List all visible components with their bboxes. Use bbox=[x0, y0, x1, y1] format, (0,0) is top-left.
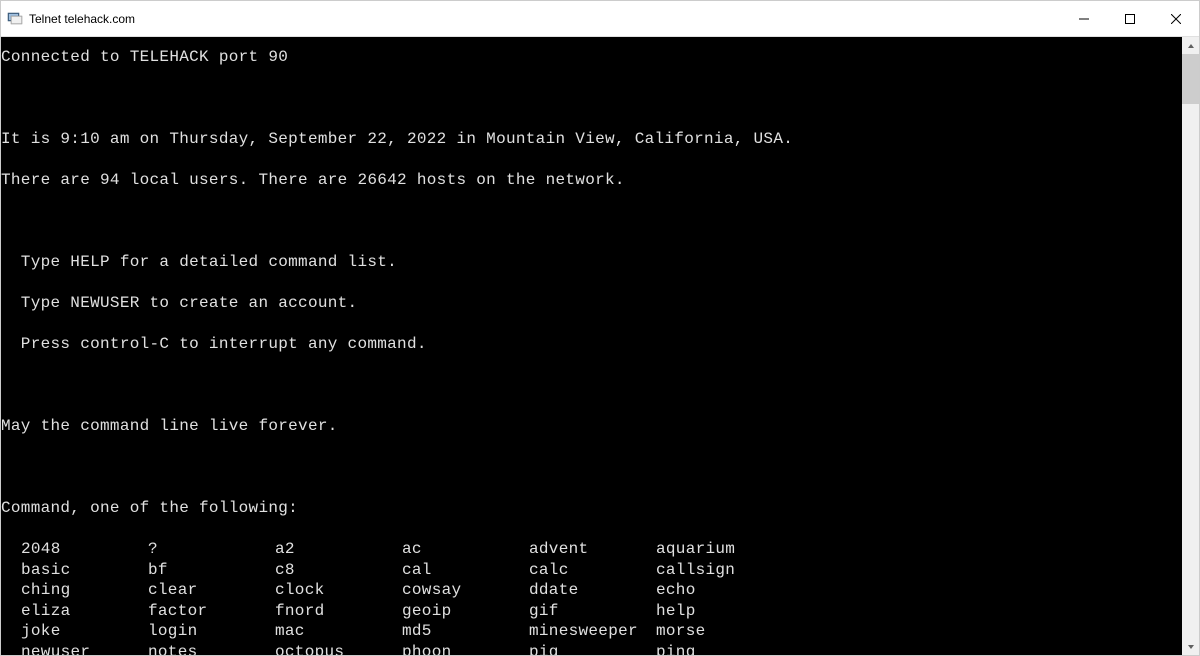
command-item: octopus bbox=[275, 642, 402, 656]
command-item: callsign bbox=[656, 560, 783, 581]
motto-line: May the command line live forever. bbox=[1, 416, 1182, 437]
command-item: login bbox=[148, 621, 275, 642]
scroll-thumb[interactable] bbox=[1182, 54, 1199, 104]
command-item: basic bbox=[21, 560, 148, 581]
command-item: bf bbox=[148, 560, 275, 581]
tip-newuser: Type NEWUSER to create an account. bbox=[1, 293, 1182, 314]
command-item: 2048 bbox=[21, 539, 148, 560]
command-item: ping bbox=[656, 642, 783, 656]
command-item: factor bbox=[148, 601, 275, 622]
connected-line: Connected to TELEHACK port 90 bbox=[1, 47, 1182, 68]
command-item: joke bbox=[21, 621, 148, 642]
command-item: eliza bbox=[21, 601, 148, 622]
command-item: ching bbox=[21, 580, 148, 601]
command-item: cowsay bbox=[402, 580, 529, 601]
minimize-button[interactable] bbox=[1061, 1, 1107, 37]
command-item: advent bbox=[529, 539, 656, 560]
blank-line bbox=[1, 211, 1182, 232]
terminal[interactable]: Connected to TELEHACK port 90 It is 9:10… bbox=[1, 37, 1182, 655]
titlebar[interactable]: Telnet telehack.com bbox=[1, 1, 1199, 37]
scroll-up-arrow[interactable] bbox=[1182, 37, 1199, 54]
stats-line: There are 94 local users. There are 2664… bbox=[1, 170, 1182, 191]
scroll-track[interactable] bbox=[1182, 54, 1199, 638]
command-item: newuser bbox=[21, 642, 148, 656]
command-item: c8 bbox=[275, 560, 402, 581]
command-item: cal bbox=[402, 560, 529, 581]
command-row: elizafactorfnordgeoipgifhelp bbox=[1, 601, 1182, 622]
command-item: calc bbox=[529, 560, 656, 581]
maximize-button[interactable] bbox=[1107, 1, 1153, 37]
window-controls bbox=[1061, 1, 1199, 37]
command-table: 2048?a2acadventaquariumbasicbfc8calcalcc… bbox=[1, 539, 1182, 655]
command-item: ac bbox=[402, 539, 529, 560]
command-item: geoip bbox=[402, 601, 529, 622]
command-item: morse bbox=[656, 621, 783, 642]
tip-help: Type HELP for a detailed command list. bbox=[1, 252, 1182, 273]
command-item: ? bbox=[148, 539, 275, 560]
command-item: a2 bbox=[275, 539, 402, 560]
command-item: md5 bbox=[402, 621, 529, 642]
command-item: echo bbox=[656, 580, 783, 601]
vertical-scrollbar[interactable] bbox=[1182, 37, 1199, 655]
command-item: aquarium bbox=[656, 539, 783, 560]
command-item: clear bbox=[148, 580, 275, 601]
command-row: basicbfc8calcalccallsign bbox=[1, 560, 1182, 581]
command-row: 2048?a2acadventaquarium bbox=[1, 539, 1182, 560]
close-button[interactable] bbox=[1153, 1, 1199, 37]
command-row: chingclearclockcowsayddateecho bbox=[1, 580, 1182, 601]
terminal-output: Connected to TELEHACK port 90 It is 9:10… bbox=[1, 47, 1182, 655]
content-area: Connected to TELEHACK port 90 It is 9:10… bbox=[1, 37, 1199, 655]
blank-line bbox=[1, 375, 1182, 396]
command-row: newusernotesoctopusphoonpigping bbox=[1, 642, 1182, 656]
command-item: help bbox=[656, 601, 783, 622]
command-item: pig bbox=[529, 642, 656, 656]
command-item: gif bbox=[529, 601, 656, 622]
blank-line bbox=[1, 88, 1182, 109]
command-item: phoon bbox=[402, 642, 529, 656]
command-header: Command, one of the following: bbox=[1, 498, 1182, 519]
command-item: ddate bbox=[529, 580, 656, 601]
window-title: Telnet telehack.com bbox=[29, 12, 1061, 26]
tip-ctrlc: Press control-C to interrupt any command… bbox=[1, 334, 1182, 355]
command-item: clock bbox=[275, 580, 402, 601]
command-item: mac bbox=[275, 621, 402, 642]
datetime-line: It is 9:10 am on Thursday, September 22,… bbox=[1, 129, 1182, 150]
command-item: fnord bbox=[275, 601, 402, 622]
blank-line bbox=[1, 457, 1182, 478]
app-window: Telnet telehack.com Connected to TELEHAC… bbox=[0, 0, 1200, 656]
command-item: minesweeper bbox=[529, 621, 656, 642]
command-item: notes bbox=[148, 642, 275, 656]
scroll-down-arrow[interactable] bbox=[1182, 638, 1199, 655]
command-row: jokeloginmacmd5minesweepermorse bbox=[1, 621, 1182, 642]
telnet-icon bbox=[7, 11, 23, 27]
